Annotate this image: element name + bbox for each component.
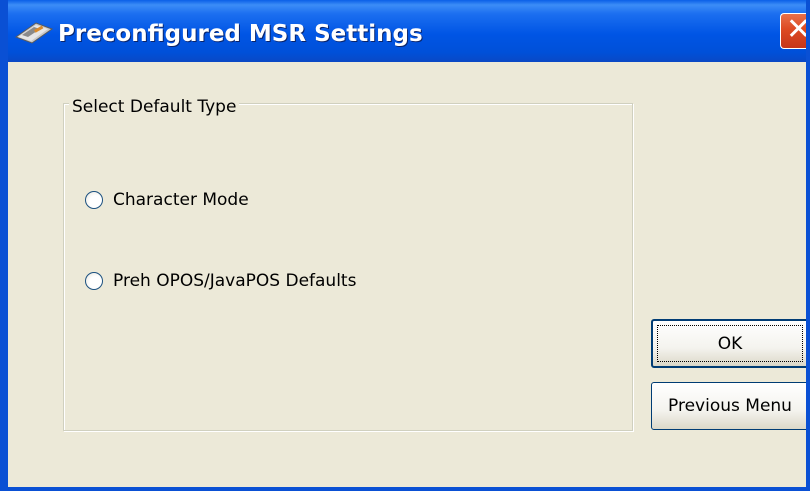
- radio-label-character-mode[interactable]: Character Mode: [113, 190, 249, 210]
- default-type-groupbox: [63, 103, 633, 431]
- ok-button[interactable]: OK: [651, 319, 806, 368]
- window-title: Preconfigured MSR Settings: [58, 21, 423, 47]
- msr-device-icon: [14, 22, 54, 44]
- title-bar[interactable]: Preconfigured MSR Settings ✕: [8, 0, 806, 62]
- previous-menu-button[interactable]: Previous Menu: [651, 382, 806, 430]
- radio-button-character-mode[interactable]: [85, 191, 103, 209]
- previous-menu-button-label: Previous Menu: [668, 396, 792, 416]
- dialog-window: Preconfigured MSR Settings ✕ Select Defa…: [0, 0, 810, 491]
- groupbox-legend: Select Default Type: [69, 96, 240, 118]
- close-button[interactable]: ✕: [780, 12, 806, 49]
- focus-rectangle: [657, 325, 803, 362]
- radio-label-preh-defaults[interactable]: Preh OPOS/JavaPOS Defaults: [113, 271, 356, 291]
- radio-option-preh-defaults[interactable]: Preh OPOS/JavaPOS Defaults: [85, 268, 356, 294]
- radio-option-character-mode[interactable]: Character Mode: [85, 187, 249, 213]
- radio-button-preh-defaults[interactable]: [85, 272, 103, 290]
- close-icon[interactable]: ✕: [786, 12, 806, 47]
